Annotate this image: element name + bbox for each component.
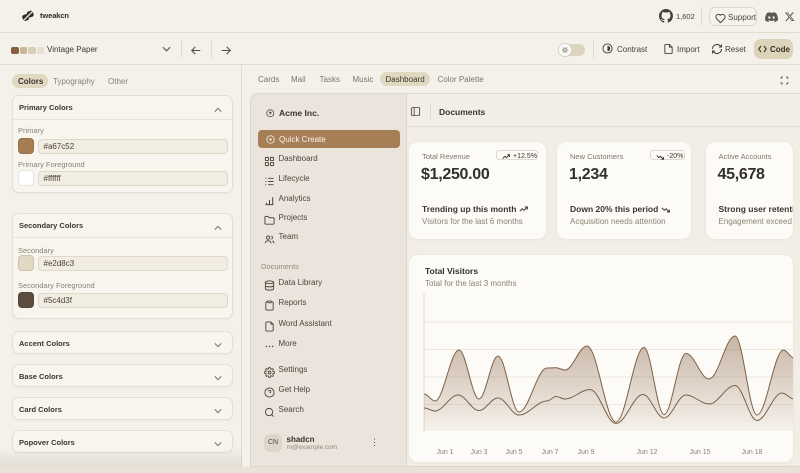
svg-text:Jun 15: Jun 15 [689, 449, 710, 456]
svg-text:Jun 9: Jun 9 [577, 449, 594, 456]
svg-text:Jun 3: Jun 3 [470, 449, 487, 456]
svg-text:Jun 18: Jun 18 [741, 449, 762, 456]
svg-text:Jun 12: Jun 12 [636, 449, 657, 456]
svg-text:Jun 7: Jun 7 [541, 449, 558, 456]
svg-text:Jun 1: Jun 1 [436, 449, 453, 456]
svg-text:Jun 5: Jun 5 [505, 449, 522, 456]
